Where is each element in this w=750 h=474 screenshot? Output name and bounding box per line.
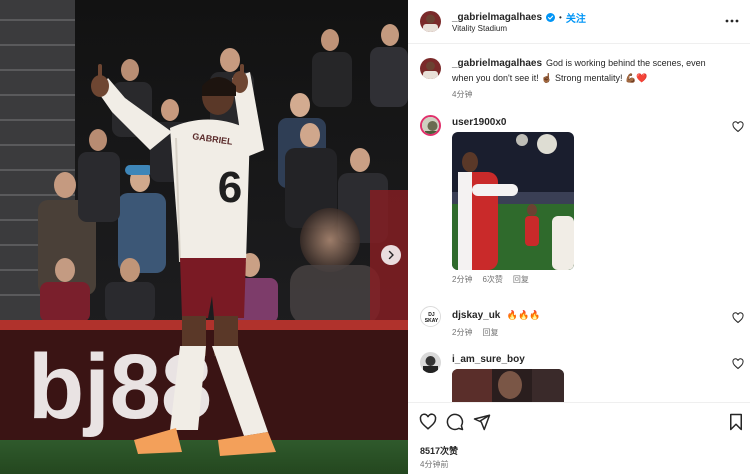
comment-avatar[interactable] xyxy=(420,115,441,136)
caption-text-block: _gabrielmagalhaes God is working behind t… xyxy=(452,56,726,85)
location-link[interactable]: Vitality Stadium xyxy=(452,24,507,33)
post-side-panel: _gabrielmagalhaes • 关注 Vitality Stadium xyxy=(408,0,750,474)
post-photo[interactable]: bj88 GABRIEL 6 xyxy=(0,0,408,474)
djskay-logo-icon: DJ SKAY xyxy=(421,307,440,326)
comment-avatar[interactable] xyxy=(420,352,441,373)
author-username[interactable]: _gabrielmagalhaes xyxy=(452,12,542,23)
comment-image-content xyxy=(452,369,564,403)
follow-button[interactable]: 关注 xyxy=(566,10,586,25)
comment-username[interactable]: djskay_uk xyxy=(452,310,500,321)
comment-time: 2分钟 xyxy=(452,328,473,337)
comment-likes[interactable]: 6次赞 xyxy=(482,274,502,285)
share-send-icon[interactable] xyxy=(473,413,491,431)
caption-avatar-image xyxy=(420,58,441,79)
chevron-right-icon xyxy=(388,250,394,260)
comment-like-heart-icon[interactable] xyxy=(732,121,744,133)
author-avatar-image xyxy=(420,11,441,32)
author-row: _gabrielmagalhaes • 关注 xyxy=(452,10,586,25)
comment-text: 🔥🔥🔥 xyxy=(506,310,541,320)
comment-avatar-image xyxy=(420,352,441,373)
comment-text-block: djskay_uk 🔥🔥🔥 xyxy=(452,308,726,323)
comment-like-heart-icon[interactable] xyxy=(732,358,744,370)
comment-time: 2分钟 xyxy=(452,275,473,284)
comment-like-heart-icon[interactable] xyxy=(732,312,744,324)
comment-image[interactable] xyxy=(452,132,574,270)
reply-button[interactable]: 回复 xyxy=(482,327,498,338)
separator-dot: • xyxy=(559,13,562,22)
like-heart-icon[interactable] xyxy=(419,413,437,431)
caption-avatar[interactable] xyxy=(420,58,441,79)
verified-badge-icon xyxy=(546,13,556,22)
post-like-count[interactable]: 8517次赞 xyxy=(420,444,458,457)
post-header: _gabrielmagalhaes • 关注 Vitality Stadium xyxy=(408,0,750,44)
bookmark-icon[interactable] xyxy=(727,413,745,431)
next-photo-button[interactable] xyxy=(381,245,401,265)
comment-avatar[interactable]: DJ SKAY xyxy=(420,306,441,327)
comment-avatar-image xyxy=(422,117,439,134)
svg-text:SKAY: SKAY xyxy=(425,318,439,324)
caption-username[interactable]: _gabrielmagalhaes xyxy=(452,58,542,69)
comment-image-content xyxy=(452,132,574,270)
caption-time: 4分钟 xyxy=(452,90,473,99)
post-time-ago: 4分钟前 xyxy=(420,460,449,469)
reply-button[interactable]: 回复 xyxy=(513,274,529,285)
comment-username[interactable]: user1900x0 xyxy=(452,117,726,128)
photo-scene: bj88 GABRIEL 6 xyxy=(0,0,408,474)
more-options-button[interactable] xyxy=(724,13,740,29)
comment-bubble-icon[interactable] xyxy=(446,413,464,431)
shirt-number: 6 xyxy=(218,163,242,212)
post-actions: 8517次赞 4分钟前 xyxy=(408,402,750,474)
comment-image[interactable] xyxy=(452,369,564,403)
comment-username[interactable]: i_am_sure_boy xyxy=(452,354,726,365)
author-avatar[interactable] xyxy=(420,11,441,32)
more-dots-icon xyxy=(725,19,739,23)
